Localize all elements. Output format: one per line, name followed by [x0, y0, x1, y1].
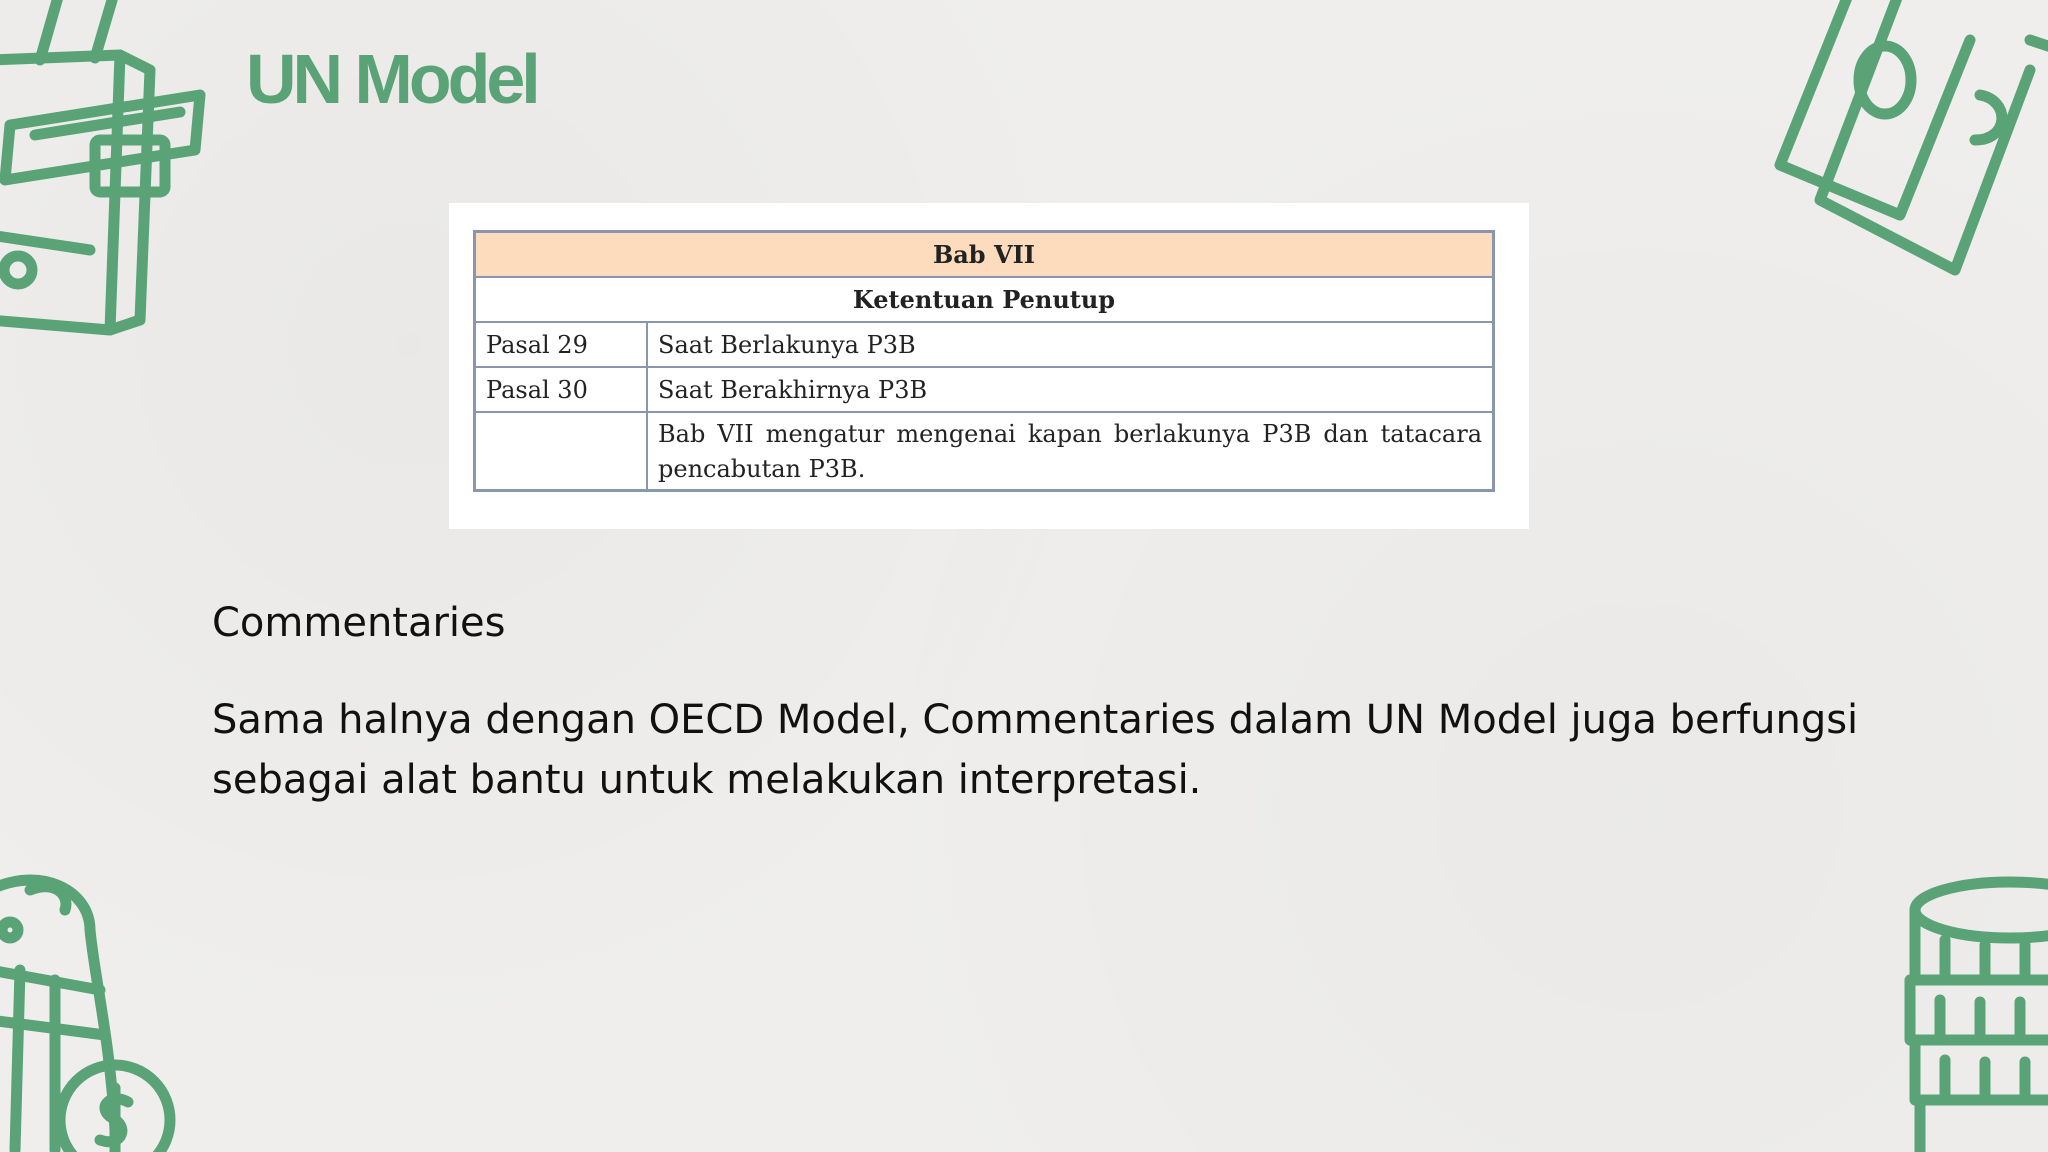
table-header-row: Bab VII — [473, 230, 1495, 278]
judul-cell: Saat Berlakunya P3B — [646, 321, 1495, 368]
table-row: Pasal 29 Saat Berlakunya P3B — [473, 321, 1495, 368]
table-row: Bab VII mengatur mengenai kapan berlakun… — [473, 411, 1495, 492]
pasal-cell: Pasal 29 — [473, 321, 648, 368]
judul-cell: Saat Berakhirnya P3B — [646, 366, 1495, 413]
slide-title: UN Model — [246, 40, 541, 118]
table-subheader-row: Ketentuan Penutup — [473, 276, 1495, 323]
piggy-bank-icon — [0, 874, 176, 1152]
wallet-icon — [0, 0, 206, 336]
pasal-cell: Pasal 30 — [473, 366, 648, 413]
money-bills-icon — [1774, 0, 2048, 276]
commentaries-heading: Commentaries — [212, 600, 506, 646]
bab-vii-table: Bab VII Ketentuan Penutup Pasal 29 Saat … — [473, 230, 1495, 492]
description-cell: Bab VII mengatur mengenai kapan berlakun… — [646, 411, 1495, 492]
coin-stack-icon — [1904, 876, 2048, 1152]
pasal-cell — [473, 411, 648, 492]
table-row: Pasal 30 Saat Berakhirnya P3B — [473, 366, 1495, 413]
table-header-cell: Bab VII — [473, 230, 1495, 278]
commentaries-body: Sama halnya dengan OECD Model, Commentar… — [212, 697, 1859, 803]
table-card: Bab VII Ketentuan Penutup Pasal 29 Saat … — [449, 203, 1529, 529]
table-subheader-cell: Ketentuan Penutup — [473, 276, 1495, 323]
